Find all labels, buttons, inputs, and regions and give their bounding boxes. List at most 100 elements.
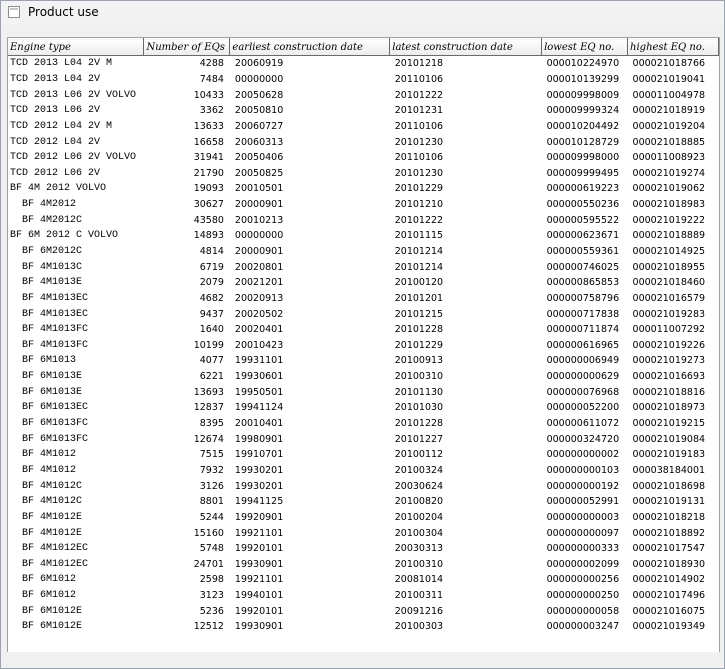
engine-type-cell: BF 6M1012 [10,574,77,586]
earliest-date-cell: 20050628 [234,89,284,101]
latest-date-cell: 20101210 [394,199,444,211]
latest-date-cell: 20101231 [394,105,444,117]
eq-count-cell: 5748 [199,543,224,555]
table-row[interactable]: BF 4M1013FC 10199 20010423 20101229 00000061… [8,338,719,354]
highest-eq-cell: 000021018973 [632,402,706,414]
latest-date-cell: 20100820 [394,496,444,508]
table-row[interactable]: TCD 2012 L04 2V M 13633 20060727 20110106 00… [8,119,719,135]
eq-count-cell: 4288 [199,58,224,70]
table-row[interactable]: BF 4M 2012 VOLVO 19093 20010501 20101229 000… [8,181,719,197]
lowest-eq-cell: 000010224970 [546,58,620,70]
column-header-lowest-eq-no[interactable]: lowest EQ no. [541,38,629,56]
table-row[interactable]: BF 6M 2012 C VOLVO 14893 00000000 20101115 0… [8,228,719,244]
table-row[interactable]: BF 4M2012C 43580 20010213 20101222 000000595… [8,212,719,228]
highest-eq-cell: 000021019215 [632,418,706,430]
eq-count-cell: 12512 [193,621,224,633]
table-row[interactable]: BF 4M1012E 5244 19920901 20100204 0000000000… [8,510,719,526]
engine-type-cell: BF 4M1012E [10,511,83,523]
earliest-date-cell: 00000000 [234,73,284,85]
column-header-earliest-construction-date[interactable]: earliest construction date [229,38,391,56]
table-row[interactable]: BF 4M1012E 15160 19921101 20100304 000000000… [8,525,719,541]
table-row[interactable]: BF 4M1013EC 9437 20020502 20101215 000000717… [8,306,719,322]
table-row[interactable]: BF 4M1013E 2079 20021201 20100120 0000008658… [8,275,719,291]
table-row[interactable]: BF 4M2012 30627 20000901 20101210 0000005502… [8,197,719,213]
earliest-date-cell: 19980901 [234,433,284,445]
engine-type-cell: BF 4M1012C [10,496,83,508]
table-row[interactable]: TCD 2012 L04 2V 16658 20060313 20101230 0000… [8,134,719,150]
column-header-highest-eq-no[interactable]: highest EQ no. [627,38,719,56]
table-row[interactable]: BF 6M1013E 13693 19950501 20101130 000000076… [8,384,719,400]
latest-date-cell: 20101201 [394,292,444,304]
lowest-eq-cell: 000000052200 [546,402,620,414]
earliest-date-cell: 19930601 [234,371,284,383]
earliest-date-cell: 20050406 [234,152,284,164]
column-header-engine-type[interactable]: Engine type [8,38,145,56]
eq-count-cell: 6221 [199,371,224,383]
eq-count-cell: 5244 [199,511,224,523]
table-row[interactable]: BF 6M1013E 6221 19930601 20100310 0000000006… [8,369,719,385]
table-row[interactable]: BF 6M1013EC 12837 19941124 20101030 00000005… [8,400,719,416]
table-row[interactable]: BF 6M1012 3123 19940101 20100311 00000000025… [8,588,719,604]
table-row[interactable]: TCD 2013 L06 2V 3362 20050810 20101231 00000… [8,103,719,119]
eq-count-cell: 7484 [199,73,224,85]
engine-type-cell: BF 4M1013EC [10,292,89,304]
eq-count-cell: 21790 [193,167,224,179]
lowest-eq-cell: 000010139299 [546,73,620,85]
table-row[interactable]: BF 6M1013 4077 19931101 20100913 00000000694… [8,353,719,369]
column-header-number-of-eqs[interactable]: Number of EQs [143,38,231,56]
title-bar[interactable]: Product use [1,1,724,25]
product-use-table-view[interactable]: Engine type Number of EQs earliest const… [7,37,720,654]
latest-date-cell: 20101230 [394,136,444,148]
table-row[interactable]: TCD 2012 L06 2V 21790 20050825 20101230 0000… [8,165,719,181]
highest-eq-cell: 000021019204 [632,120,706,132]
table-row[interactable]: BF 4M1012C 3126 19930201 20030624 0000000001… [8,478,719,494]
lowest-eq-cell: 000000611072 [546,418,620,430]
table-row[interactable]: BF 6M1012E 12512 19930901 20100303 000000003… [8,619,719,635]
highest-eq-cell: 000021019084 [632,433,706,445]
table-row[interactable]: BF 4M1012C 8801 19941125 20100820 0000000529… [8,494,719,510]
latest-date-cell: 20101214 [394,246,444,257]
table-row[interactable]: TCD 2013 L04 2V M 4288 20060919 20101218 000… [8,56,719,72]
table-row[interactable]: BF 6M1013FC 12674 19980901 20101227 00000032… [8,431,719,447]
table-row[interactable]: TCD 2012 L06 2V VOLVO 31941 20050406 201101… [8,150,719,166]
latest-date-cell: 20101130 [394,386,444,398]
highest-eq-cell: 000021018460 [632,277,706,289]
engine-type-cell: BF 4M1013EC [10,308,89,320]
table-row[interactable]: BF 6M1012E 5236 19920101 20091216 0000000000… [8,603,719,619]
lowest-eq-cell: 000000711874 [546,324,620,336]
column-header-latest-construction-date[interactable]: latest construction date [389,38,543,56]
engine-type-cell: BF 4M1012 [10,464,77,476]
earliest-date-cell: 00000000 [234,230,284,242]
lowest-eq-cell: 000000000003 [546,511,620,523]
table-row[interactable]: BF 6M1013FC 8395 20010401 20101228 000000611… [8,416,719,432]
table-row[interactable]: BF 6M1012 2598 19921101 20081014 00000000025… [8,572,719,588]
engine-type-cell: BF 4M1013FC [10,339,89,351]
lowest-eq-cell: 000000595522 [546,214,620,226]
eq-count-cell: 2079 [199,277,224,289]
latest-date-cell: 20081014 [394,574,444,586]
earliest-date-cell: 19921101 [234,527,284,539]
lowest-eq-cell: 000000006949 [546,355,620,367]
eq-count-cell: 24701 [193,558,224,570]
highest-eq-cell: 000021018816 [632,386,706,398]
latest-date-cell: 20101214 [394,261,444,273]
eq-count-cell: 4682 [199,292,224,304]
highest-eq-cell: 000021018955 [632,261,706,273]
latest-date-cell: 20101218 [394,58,444,70]
table-row[interactable]: BF 4M1013EC 4682 20020913 20101201 000000758… [8,291,719,307]
highest-eq-cell: 000021019274 [632,167,706,179]
table-row[interactable]: BF 4M1012EC 24701 19930901 20100310 00000000… [8,557,719,573]
table-row[interactable]: TCD 2013 L06 2V VOLVO 10433 20050628 201012… [8,87,719,103]
highest-eq-cell: 000021019183 [632,449,706,461]
table-row[interactable]: TCD 2013 L04 2V 7484 00000000 20110106 00001… [8,72,719,88]
lowest-eq-cell: 000000000002 [546,449,620,461]
lowest-eq-cell: 000000000250 [546,590,620,602]
engine-type-cell: BF 4M1012EC [10,543,89,555]
table-row[interactable]: BF 4M1013C 6719 20020801 20101214 0000007460… [8,259,719,275]
earliest-date-cell: 19930901 [234,558,284,570]
table-row[interactable]: BF 4M1012EC 5748 19920101 20030313 000000000… [8,541,719,557]
table-row[interactable]: BF 6M2012C 4814 20000901 20101214 0000005593… [8,244,719,260]
table-row[interactable]: BF 4M1012 7932 19930201 20100324 00000000010… [8,463,719,479]
table-row[interactable]: BF 4M1013FC 1640 20020401 20101228 000000711… [8,322,719,338]
table-row[interactable]: BF 4M1012 7515 19910701 20100112 00000000000… [8,447,719,463]
